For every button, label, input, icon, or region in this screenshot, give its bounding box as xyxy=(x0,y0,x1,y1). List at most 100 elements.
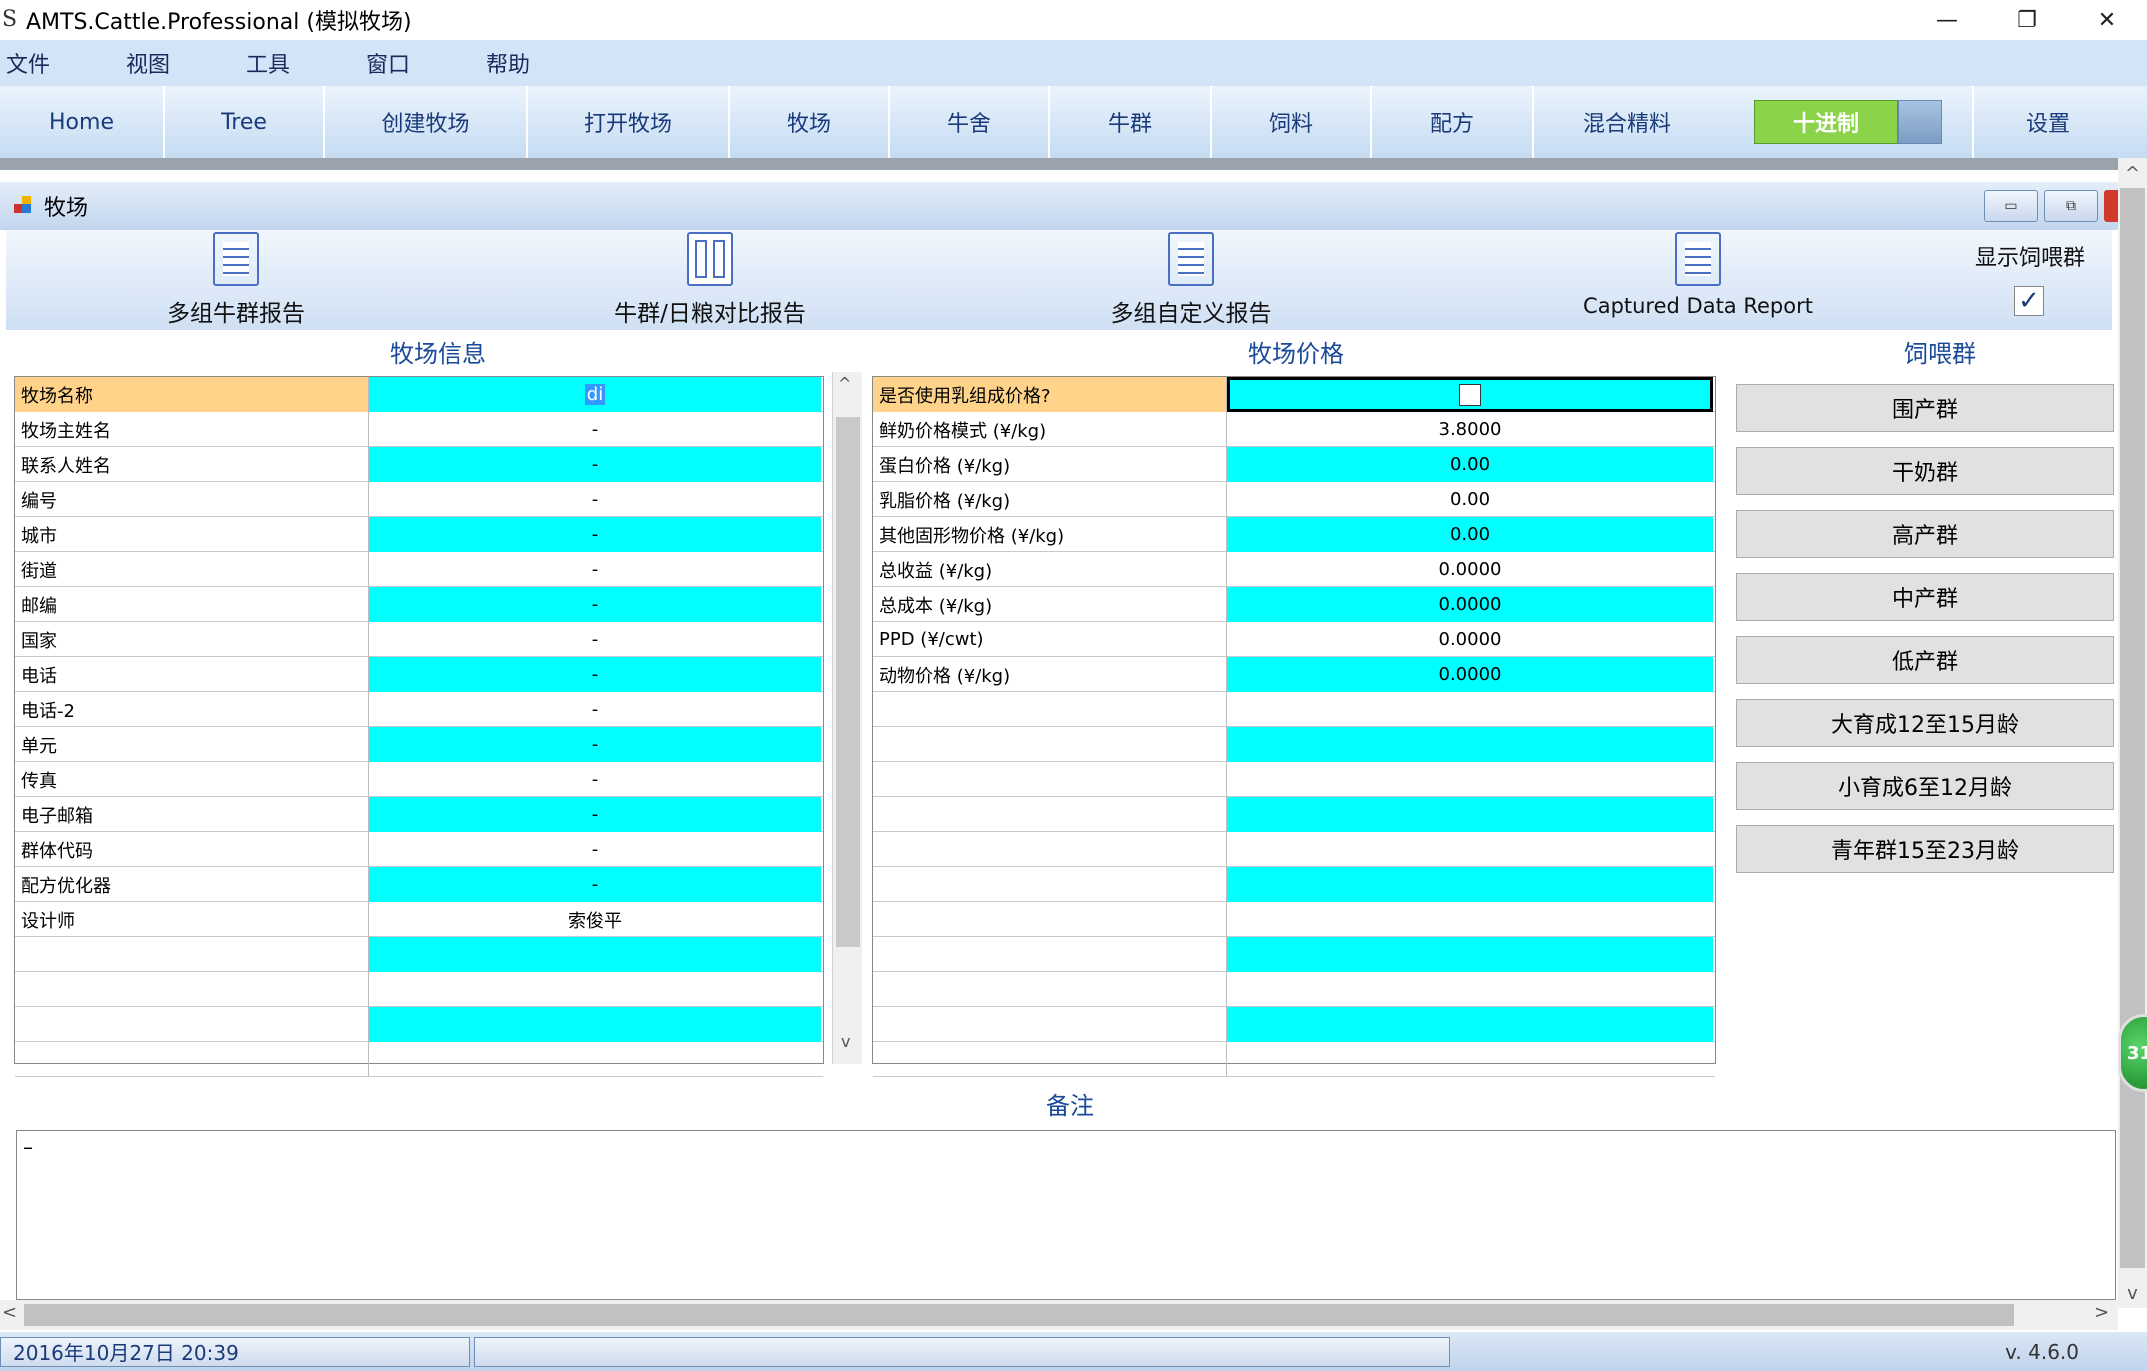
feeding-group-button[interactable]: 低产群 xyxy=(1736,636,2114,684)
tab-create-farm[interactable]: 创建牧场 xyxy=(325,86,528,158)
table-row[interactable]: 动物价格 (¥/kg) 0.0000 xyxy=(873,657,1715,692)
row-value[interactable] xyxy=(1227,1007,1713,1042)
tab-home[interactable]: Home xyxy=(0,86,165,158)
table-row[interactable] xyxy=(873,1007,1715,1042)
menu-file[interactable]: 文件 xyxy=(6,47,120,79)
row-value[interactable]: - xyxy=(369,692,821,727)
table-row[interactable]: 是否使用乳组成价格? xyxy=(873,377,1715,412)
table-row[interactable]: 乳脂价格 (¥/kg) 0.00 xyxy=(873,482,1715,517)
row-value[interactable]: - xyxy=(369,622,821,657)
table-row[interactable] xyxy=(873,867,1715,902)
tab-herd[interactable]: 牛群 xyxy=(1050,86,1212,158)
table-row[interactable] xyxy=(873,972,1715,1007)
scrollbar-thumb[interactable] xyxy=(836,417,860,947)
scrollbar-thumb[interactable] xyxy=(24,1304,2014,1326)
row-value[interactable]: 0.00 xyxy=(1227,517,1713,552)
feeding-group-button[interactable]: 围产群 xyxy=(1736,384,2114,432)
row-value[interactable]: - xyxy=(369,797,821,832)
row-value[interactable]: - xyxy=(369,552,821,587)
child-restore-icon[interactable]: ⧉ xyxy=(2044,190,2098,222)
row-value[interactable] xyxy=(369,1007,821,1042)
row-value[interactable]: - xyxy=(369,832,821,867)
multi-group-report-button[interactable]: 多组牛群报告 xyxy=(156,230,316,330)
row-value[interactable]: - xyxy=(369,867,821,902)
row-value[interactable]: - xyxy=(369,657,821,692)
row-value[interactable] xyxy=(1227,867,1713,902)
table-row[interactable]: 其他固形物价格 (¥/kg) 0.00 xyxy=(873,517,1715,552)
scroll-down-icon[interactable]: v xyxy=(841,1032,850,1051)
child-close-icon[interactable] xyxy=(2104,190,2118,222)
horizontal-scrollbar[interactable]: < > xyxy=(0,1300,2118,1330)
multi-custom-report-button[interactable]: 多组自定义报告 xyxy=(1096,230,1286,330)
row-value[interactable]: - xyxy=(369,447,821,482)
menu-view[interactable]: 视图 xyxy=(126,47,240,79)
notes-textarea[interactable]: – xyxy=(16,1130,2116,1300)
table-row[interactable]: 城市 - xyxy=(15,517,823,552)
table-row[interactable] xyxy=(873,692,1715,727)
row-value[interactable]: 0.00 xyxy=(1227,482,1713,517)
table-row[interactable]: 电话-2- xyxy=(15,692,823,727)
row-value[interactable]: di xyxy=(369,377,821,412)
child-minimize-icon[interactable]: ▭ xyxy=(1984,190,2038,222)
row-value[interactable]: - xyxy=(369,517,821,552)
table-row[interactable]: 群体代码 - xyxy=(15,832,823,867)
table-row[interactable] xyxy=(15,1042,823,1077)
table-row[interactable]: 国家 - xyxy=(15,622,823,657)
minimize-icon[interactable]: — xyxy=(1907,0,1987,40)
table-row[interactable] xyxy=(15,972,823,1007)
row-value[interactable]: 0.0000 xyxy=(1227,622,1713,657)
row-value[interactable]: 3.8000 xyxy=(1227,412,1713,447)
tab-feed[interactable]: 饲料 xyxy=(1212,86,1372,158)
table-row[interactable] xyxy=(15,1007,823,1042)
feeding-group-button[interactable]: 干奶群 xyxy=(1736,447,2114,495)
tab-barn[interactable]: 牛舍 xyxy=(890,86,1050,158)
tab-tree[interactable]: Tree xyxy=(165,86,325,158)
table-row[interactable]: 联系人姓名 - xyxy=(15,447,823,482)
table-row[interactable] xyxy=(873,727,1715,762)
floating-badge[interactable]: 31 xyxy=(2118,1014,2147,1092)
row-value[interactable] xyxy=(1227,377,1713,412)
table-row[interactable]: 邮编 - xyxy=(15,587,823,622)
row-value[interactable]: - xyxy=(369,412,821,447)
row-value[interactable] xyxy=(1227,832,1713,867)
menu-tools[interactable]: 工具 xyxy=(246,47,360,79)
feeding-group-button[interactable]: 青年群15至23月龄 xyxy=(1736,825,2114,873)
tab-mixed-concentrate[interactable]: 混合精料 xyxy=(1534,86,1720,158)
table-row[interactable] xyxy=(873,937,1715,972)
menu-window[interactable]: 窗口 xyxy=(366,47,480,79)
feeding-group-button[interactable]: 中产群 xyxy=(1736,573,2114,621)
table-row[interactable] xyxy=(873,832,1715,867)
table-row[interactable]: 设计师 索俊平 xyxy=(15,902,823,937)
feeding-group-button[interactable]: 小育成6至12月龄 xyxy=(1736,762,2114,810)
row-value[interactable] xyxy=(1227,972,1713,1007)
close-icon[interactable]: ✕ xyxy=(2067,0,2147,40)
row-value[interactable]: 索俊平 xyxy=(369,902,821,937)
table-row[interactable]: 街道 - xyxy=(15,552,823,587)
row-value[interactable] xyxy=(1227,727,1713,762)
table-row[interactable]: 蛋白价格 (¥/kg) 0.00 xyxy=(873,447,1715,482)
row-value[interactable]: - xyxy=(369,762,821,797)
menu-help[interactable]: 帮助 xyxy=(486,47,600,79)
table-row[interactable]: 牧场主姓名 - xyxy=(15,412,823,447)
row-value[interactable]: 0.0000 xyxy=(1227,657,1713,692)
tab-settings[interactable]: 设置 xyxy=(1972,86,2122,158)
row-value[interactable]: - xyxy=(369,727,821,762)
tab-formula[interactable]: 配方 xyxy=(1372,86,1534,158)
row-value[interactable] xyxy=(369,937,821,972)
tab-decimal-toggle[interactable] xyxy=(1898,100,1942,144)
table-row[interactable]: 总收益 (¥/kg) 0.0000 xyxy=(873,552,1715,587)
scroll-right-icon[interactable]: > xyxy=(2094,1302,2109,1323)
table-row[interactable]: 编号 - xyxy=(15,482,823,517)
table-row[interactable]: 单元 - xyxy=(15,727,823,762)
restore-icon[interactable]: ❐ xyxy=(1987,0,2067,40)
row-value[interactable]: - xyxy=(369,482,821,517)
table-row[interactable]: 电话 - xyxy=(15,657,823,692)
herd-ration-compare-button[interactable]: 牛群/日粮对比报告 xyxy=(600,230,820,330)
tab-decimal[interactable]: 十进制 xyxy=(1754,100,1898,144)
table-row[interactable] xyxy=(873,797,1715,832)
row-value[interactable] xyxy=(1227,762,1713,797)
row-value[interactable] xyxy=(1227,937,1713,972)
scroll-up-icon[interactable]: ^ xyxy=(2118,158,2147,188)
row-value[interactable] xyxy=(369,1042,821,1077)
main-vertical-scrollbar[interactable]: ^ v xyxy=(2118,158,2147,1308)
